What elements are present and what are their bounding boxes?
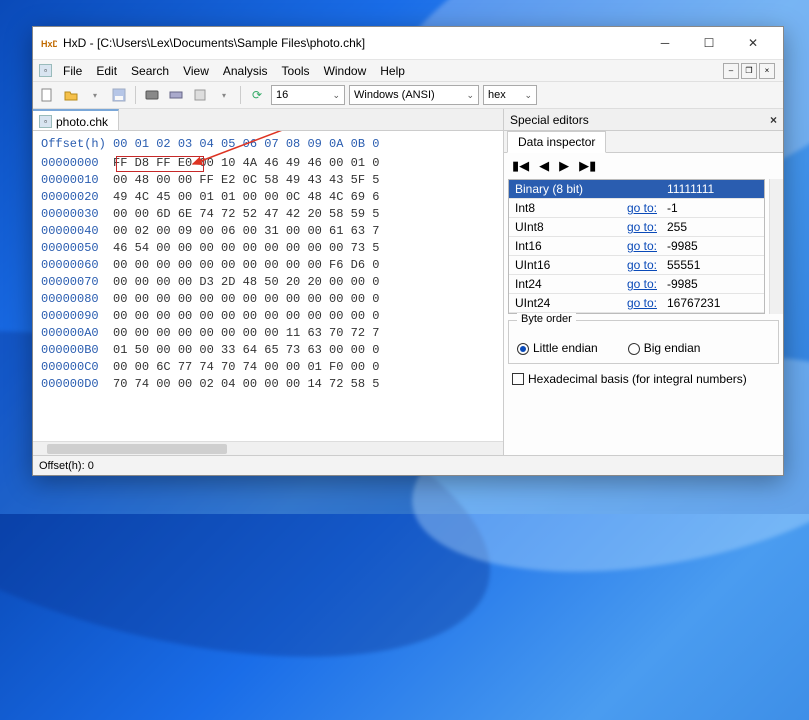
open-disk-icon[interactable]	[142, 85, 162, 105]
open-process-icon[interactable]	[190, 85, 210, 105]
encoding-value: Windows (ANSI)	[354, 89, 435, 101]
inspector-row[interactable]: Int8go to:-1	[509, 199, 764, 218]
hex-row[interactable]: 000000A0 00 00 00 00 00 00 00 00 11 63 7…	[41, 325, 503, 342]
bytes-per-row-value: 16	[276, 89, 288, 101]
mdi-child-icon[interactable]: ▫	[39, 64, 52, 77]
maximize-button[interactable]: ☐	[687, 28, 731, 58]
hex-row[interactable]: 00000020 49 4C 45 00 01 01 00 00 0C 48 4…	[41, 189, 503, 206]
goto-link[interactable]: go to:	[619, 239, 661, 253]
goto-link[interactable]: go to:	[619, 258, 661, 272]
open-ram-icon[interactable]	[166, 85, 186, 105]
radio-big-endian[interactable]: Big endian	[628, 341, 701, 355]
inspector-row[interactable]: UInt24go to:16767231	[509, 294, 764, 313]
first-icon[interactable]: ▮◀	[512, 158, 529, 174]
menu-search[interactable]: Search	[124, 62, 176, 80]
menubar: ▫ File Edit Search View Analysis Tools W…	[33, 59, 783, 81]
inspector-row[interactable]: UInt8go to:255	[509, 218, 764, 237]
goto-link[interactable]: go to:	[619, 220, 661, 234]
hex-basis-checkbox[interactable]: Hexadecimal basis (for integral numbers)	[512, 372, 775, 386]
mdi-restore-icon[interactable]: ❐	[741, 63, 757, 79]
menu-edit[interactable]: Edit	[89, 62, 124, 80]
hex-basis-label: Hexadecimal basis (for integral numbers)	[528, 372, 747, 386]
inspector-row[interactable]: UInt16go to:55551	[509, 256, 764, 275]
base-select[interactable]: hex ⌄	[483, 85, 537, 105]
hex-row[interactable]: 000000C0 00 00 6C 77 74 70 74 00 00 01 F…	[41, 359, 503, 376]
hex-row[interactable]: 00000010 00 48 00 00 FF E2 0C 58 49 43 4…	[41, 172, 503, 189]
data-inspector-panel: Data inspector ▮◀ ◀ ▶ ▶▮ Binary (8 bit) …	[503, 131, 783, 455]
new-file-icon[interactable]	[37, 85, 57, 105]
tab-data-inspector[interactable]: Data inspector	[507, 131, 606, 153]
hex-row[interactable]: 00000080 00 00 00 00 00 00 00 00 00 00 0…	[41, 291, 503, 308]
mdi-minimize-icon[interactable]: –	[723, 63, 739, 79]
hex-row[interactable]: 000000D0 70 74 00 00 02 04 00 00 00 14 7…	[41, 376, 503, 393]
encoding-select[interactable]: Windows (ANSI) ⌄	[349, 85, 479, 105]
window-title: HxD - [C:\Users\Lex\Documents\Sample Fil…	[63, 36, 643, 50]
inspector-grid: Binary (8 bit) 11111111 Int8go to:-1UInt…	[508, 179, 765, 314]
byte-order-group: Byte order Little endian Big endian	[508, 320, 779, 364]
hex-row[interactable]: 00000040 00 02 00 09 00 06 00 31 00 00 6…	[41, 223, 503, 240]
inspector-row[interactable]: Int24go to:-9985	[509, 275, 764, 294]
menu-window[interactable]: Window	[317, 62, 374, 80]
hex-row[interactable]: 00000030 00 00 6D 6E 74 72 52 47 42 20 5…	[41, 206, 503, 223]
inspector-header-row[interactable]: Binary (8 bit) 11111111	[509, 180, 764, 199]
hex-row[interactable]: 00000050 46 54 00 00 00 00 00 00 00 00 0…	[41, 240, 503, 257]
refresh-icon[interactable]: ⟳	[247, 85, 267, 105]
menu-view[interactable]: View	[176, 62, 216, 80]
inspector-nav: ▮◀ ◀ ▶ ▶▮	[504, 153, 783, 179]
next-icon[interactable]: ▶	[559, 158, 569, 174]
document-tab[interactable]: ▫ photo.chk	[33, 109, 119, 130]
horizontal-scrollbar[interactable]	[33, 441, 503, 455]
chevron-down-icon: ⌄	[328, 90, 340, 101]
offset-header: Offset(h) 00 01 02 03 04 05 06 07 08 09 …	[41, 135, 503, 155]
titlebar[interactable]: HxD HxD - [C:\Users\Lex\Documents\Sample…	[33, 27, 783, 59]
menu-analysis[interactable]: Analysis	[216, 62, 275, 80]
last-icon[interactable]: ▶▮	[579, 158, 596, 174]
special-editors-title: Special editors	[510, 113, 589, 127]
hex-row[interactable]: 00000000 FF D8 FF E0 00 10 4A 46 49 46 0…	[41, 155, 503, 172]
document-icon: ▫	[39, 115, 52, 128]
inspector-header-name: Binary (8 bit)	[509, 182, 619, 196]
menu-help[interactable]: Help	[373, 62, 412, 80]
hex-row[interactable]: 00000070 00 00 00 00 D3 2D 48 50 20 20 0…	[41, 274, 503, 291]
svg-text:HxD: HxD	[41, 39, 57, 49]
bytes-per-row-input[interactable]: 16 ⌄	[271, 85, 345, 105]
panel-close-icon[interactable]: ×	[770, 113, 777, 127]
save-icon[interactable]	[109, 85, 129, 105]
hex-row[interactable]: 00000090 00 00 00 00 00 00 00 00 00 00 0…	[41, 308, 503, 325]
hex-row[interactable]: 00000060 00 00 00 00 00 00 00 00 00 00 F…	[41, 257, 503, 274]
byte-order-legend: Byte order	[517, 313, 576, 325]
close-button[interactable]: ✕	[731, 28, 775, 58]
inspector-header-value: 11111111	[661, 182, 764, 196]
hex-editor-area[interactable]: Offset(h) 00 01 02 03 04 05 06 07 08 09 …	[33, 131, 503, 455]
minimize-button[interactable]: ─	[643, 28, 687, 58]
tabs-row: ▫ photo.chk Special editors ×	[33, 109, 783, 131]
inspector-row[interactable]: Int16go to:-9985	[509, 237, 764, 256]
prev-icon[interactable]: ◀	[539, 158, 549, 174]
statusbar: Offset(h): 0	[33, 455, 783, 475]
menu-file[interactable]: File	[56, 62, 89, 80]
menu-tools[interactable]: Tools	[275, 62, 317, 80]
open-file-icon[interactable]	[61, 85, 81, 105]
app-window: HxD HxD - [C:\Users\Lex\Documents\Sample…	[32, 26, 784, 476]
checkbox-icon	[512, 373, 524, 385]
inspector-vertical-scrollbar[interactable]	[769, 179, 783, 314]
mdi-close-icon[interactable]: ×	[759, 63, 775, 79]
goto-link[interactable]: go to:	[619, 201, 661, 215]
base-value: hex	[488, 89, 506, 101]
radio-little-endian[interactable]: Little endian	[517, 341, 598, 355]
chevron-down-icon: ⌄	[520, 90, 532, 101]
toolbar: ▾ ▾ ⟳ 16 ⌄ Windows (ANSI) ⌄ hex ⌄	[33, 81, 783, 109]
hex-row[interactable]: 000000B0 01 50 00 00 00 33 64 65 73 63 0…	[41, 342, 503, 359]
chevron-down-icon: ⌄	[462, 90, 474, 101]
app-icon: HxD	[41, 35, 57, 51]
goto-link[interactable]: go to:	[619, 296, 661, 310]
document-tab-label: photo.chk	[56, 115, 108, 129]
special-editors-header: Special editors ×	[503, 109, 783, 130]
open-process-dropdown-icon[interactable]: ▾	[214, 85, 234, 105]
status-offset: Offset(h): 0	[39, 460, 94, 472]
goto-link[interactable]: go to:	[619, 277, 661, 291]
open-dropdown-icon[interactable]: ▾	[85, 85, 105, 105]
